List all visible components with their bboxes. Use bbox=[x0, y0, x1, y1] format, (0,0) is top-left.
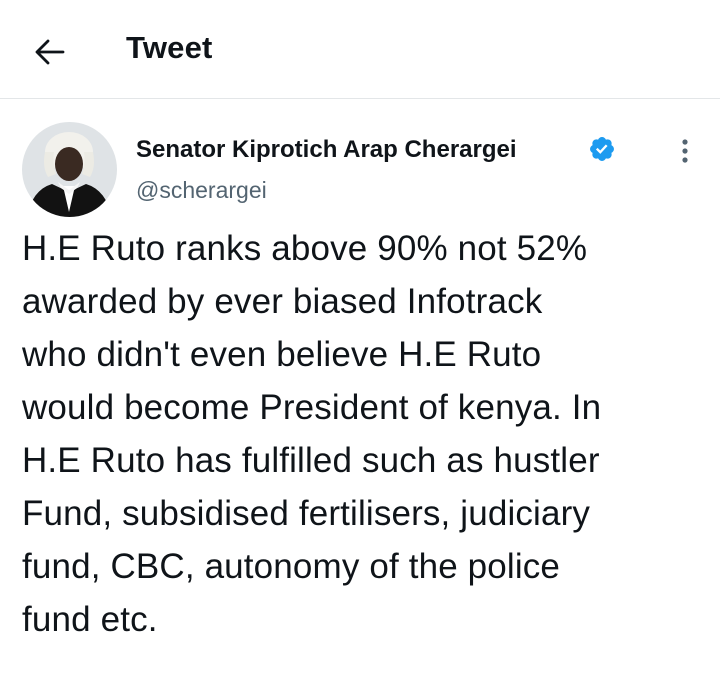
tweet-text: H.E Ruto ranks above 90% not 52% awarded… bbox=[22, 229, 602, 639]
avatar[interactable] bbox=[22, 122, 117, 217]
arrow-left-icon bbox=[35, 39, 65, 65]
more-vertical-icon bbox=[682, 139, 688, 163]
verified-badge-icon bbox=[590, 137, 614, 161]
back-button[interactable] bbox=[30, 32, 70, 72]
more-options-button[interactable] bbox=[668, 134, 702, 168]
page-title: Tweet bbox=[126, 30, 213, 65]
author-handle[interactable]: @scherargei bbox=[136, 177, 267, 204]
author-name[interactable]: Senator Kiprotich Arap Cherargei bbox=[136, 136, 517, 164]
top-bar: Tweet bbox=[0, 0, 720, 99]
